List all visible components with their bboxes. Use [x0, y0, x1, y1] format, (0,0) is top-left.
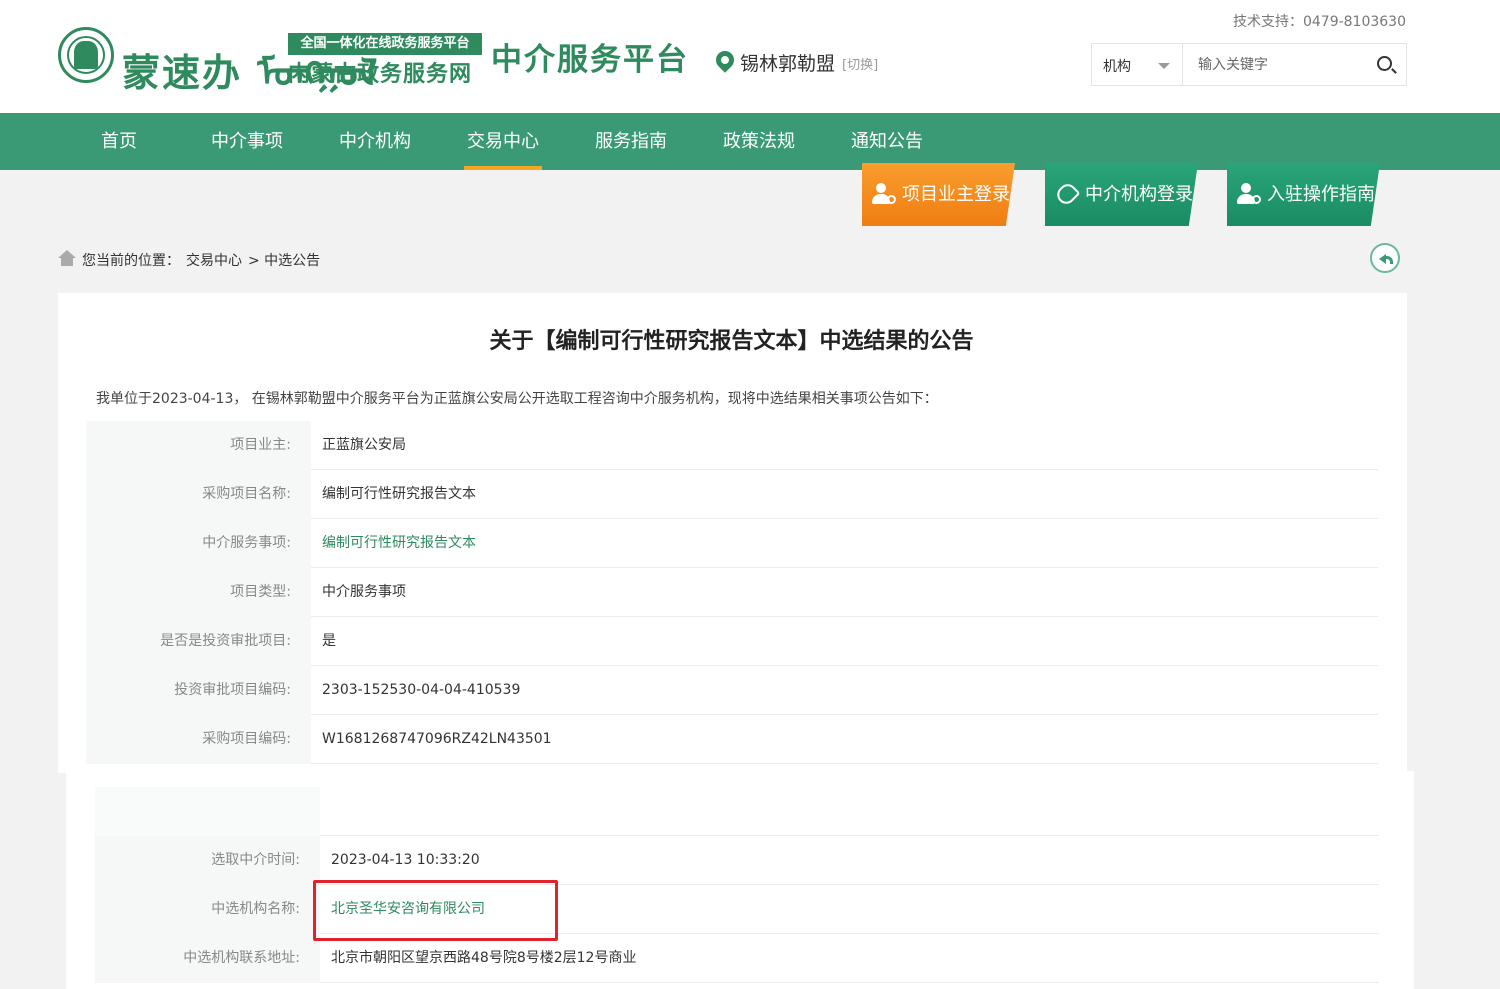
table-row: 采购项目名称: 编制可行性研究报告文本 [86, 470, 1378, 519]
onboarding-guide-button[interactable]: 入驻操作指南 [1227, 163, 1380, 226]
search-button[interactable] [1364, 44, 1406, 85]
breadcrumb-current: > 中选公告 [248, 253, 321, 269]
service-matter-link[interactable]: 编制可行性研究报告文本 [322, 519, 476, 568]
table-row-blank [95, 787, 1379, 836]
region-name: 锡林郭勒盟 [740, 53, 836, 75]
search-category-select[interactable]: 机构 [1092, 44, 1183, 85]
region-switch-link[interactable]: [切换] [842, 54, 878, 73]
row-label: 项目业主: [86, 421, 311, 470]
row-label: 选取中介时间: [95, 836, 320, 885]
nav-item-agency-matters[interactable]: 中介事项 [211, 113, 283, 170]
red-highlight-box [313, 880, 558, 941]
row-value: 是 [322, 633, 336, 649]
row-value: 2023-04-13 10:33:20 [331, 852, 480, 868]
emblem-icon[interactable] [58, 27, 114, 83]
notice-intro: 我单位于2023-04-13， 在锡林郭勒盟中介服务平台为正蓝旗公安局公开选取工… [96, 391, 938, 407]
agency-login-button[interactable]: 中介机构登录 [1045, 163, 1198, 226]
nav-item-agencies[interactable]: 中介机构 [339, 113, 411, 170]
home-icon [58, 250, 76, 266]
table-row: 项目类型: 中介服务事项 [86, 568, 1378, 617]
row-value: 北京市朝阳区望京西路48号院8号楼2层12号商业 [331, 950, 637, 966]
row-label: 项目类型: [86, 568, 311, 617]
platform-title: 中介服务平台 [491, 42, 689, 78]
row-value: 中介服务事项 [322, 584, 406, 600]
nav-item-announcements[interactable]: 通知公告 [851, 113, 923, 170]
search-category-label: 机构 [1103, 59, 1131, 75]
nav-item-home[interactable]: 首页 [101, 113, 137, 170]
user-icon [872, 183, 896, 205]
site-header: 蒙速办 ᠮᠣᠩᠭᠣᠯ 全国一体化在线政务服务平台 内蒙古政务服务网 中介服务平台… [0, 0, 1500, 113]
row-value: W1681268747096RZ42LN43501 [322, 731, 552, 747]
location-pin-icon [712, 47, 738, 73]
breadcrumb: 您当前的位置： 交易中心 > 中选公告 [82, 250, 326, 270]
table-row: 中介服务事项: 编制可行性研究报告文本 [86, 519, 1378, 568]
notice-info-table: 项目业主: 正蓝旗公安局 采购项目名称: 编制可行性研究报告文本 中介服务事项:… [86, 421, 1378, 764]
handshake-heart-icon [1053, 180, 1081, 208]
nav-item-service-guide[interactable]: 服务指南 [595, 113, 667, 170]
table-row: 选取中介时间: 2023-04-13 10:33:20 [95, 836, 1379, 885]
row-label: 采购项目名称: [86, 470, 311, 519]
row-value: 正蓝旗公安局 [322, 437, 406, 453]
table-row: 采购项目编码: W1681268747096RZ42LN43501 [86, 715, 1378, 764]
agency-login-label: 中介机构登录 [1085, 184, 1193, 205]
nav-item-trading-center[interactable]: 交易中心 [464, 113, 542, 170]
main-nav: 首页 中介事项 中介机构 交易中心 服务指南 政策法规 通知公告 [0, 113, 1500, 170]
back-button[interactable] [1370, 243, 1400, 273]
user-icon [1237, 183, 1261, 205]
breadcrumb-prefix: 您当前的位置： [82, 253, 180, 269]
onboarding-guide-label: 入驻操作指南 [1267, 184, 1375, 205]
logo-tagline: 全国一体化在线政务服务平台 [288, 33, 482, 55]
row-value: 2303-152530-04-04-410539 [322, 682, 521, 698]
row-value: 编制可行性研究报告文本 [322, 486, 476, 502]
logo-site-name[interactable]: 内蒙古政务服务网 [288, 56, 472, 88]
table-row: 投资审批项目编码: 2303-152530-04-04-410539 [86, 666, 1378, 715]
tech-support-text: 技术支持：0479-8103630 [1232, 14, 1406, 30]
row-label: 中介服务事项: [86, 519, 311, 568]
search-box: 机构 [1091, 43, 1407, 86]
row-label-blank [95, 787, 320, 836]
owner-login-button[interactable]: 项目业主登录 [862, 163, 1015, 226]
search-input[interactable] [1184, 44, 1364, 85]
owner-login-label: 项目业主登录 [902, 184, 1010, 205]
chevron-down-icon [1158, 63, 1170, 69]
table-row: 项目业主: 正蓝旗公安局 [86, 421, 1378, 470]
table-row: 中选机构名称: 北京圣华安咨询有限公司 [95, 885, 1379, 934]
notice-title: 关于【编制可行性研究报告文本】中选结果的公告 [489, 329, 974, 354]
row-label: 采购项目编码: [86, 715, 311, 764]
row-label: 中选机构联系地址: [95, 934, 320, 983]
breadcrumb-link-trading-center[interactable]: 交易中心 [186, 253, 242, 269]
table-row: 是否是投资审批项目: 是 [86, 617, 1378, 666]
table-row: 中选机构联系地址: 北京市朝阳区望京西路48号院8号楼2层12号商业 [95, 934, 1379, 983]
row-label: 投资审批项目编码: [86, 666, 311, 715]
search-icon [1377, 56, 1392, 71]
row-label: 中选机构名称: [95, 885, 320, 934]
notice-info-table-lower: 选取中介时间: 2023-04-13 10:33:20 中选机构名称: 北京圣华… [95, 836, 1379, 983]
row-label: 是否是投资审批项目: [86, 617, 311, 666]
nav-item-policies[interactable]: 政策法规 [723, 113, 795, 170]
